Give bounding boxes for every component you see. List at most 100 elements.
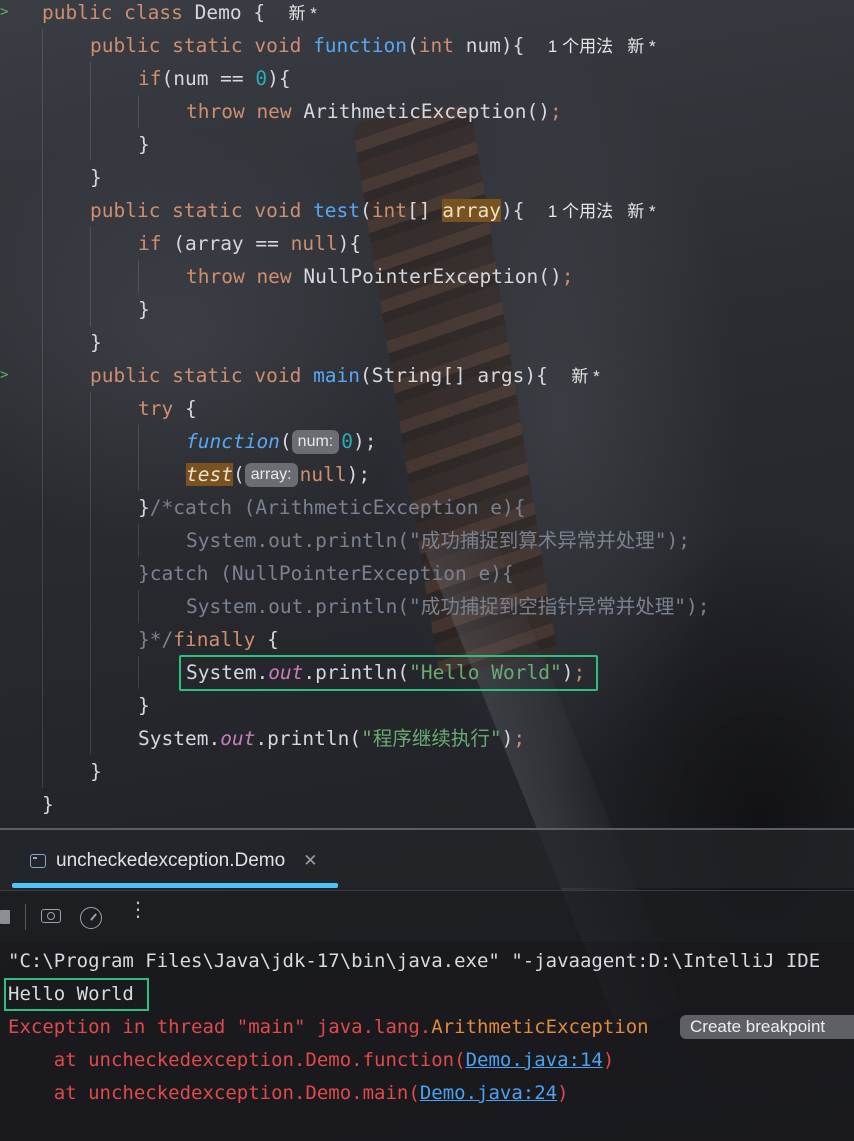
code-line[interactable]: throw new NullPointerException(); [186,260,573,293]
more-options-icon[interactable]: ⋮ [128,899,148,929]
code-line[interactable]: if(num == 0){ [138,62,291,95]
code-token: } [90,166,102,189]
code-line[interactable]: public static void test(int[] array){ 1 … [90,194,656,227]
inlay-usage-hint[interactable]: 新 * [571,367,599,386]
inlay-usage-hint[interactable]: 1 个用法 新 * [548,202,656,221]
run-gutter-icon[interactable]: > [0,4,8,20]
code-token: NullPointerException() [303,265,562,288]
code-token: ( [406,34,419,57]
code-token: throw new [186,100,304,123]
close-icon[interactable]: ✕ [303,851,317,871]
code-token: null [290,232,338,255]
stack-trace-text: at uncheckedexception.Demo.main( [8,1082,420,1104]
code-token: ; [513,727,526,750]
inlay-usage-hint[interactable]: 1 个用法 新 * [548,37,656,56]
code-line[interactable]: public class Demo { 新 * [42,0,317,29]
code-line[interactable]: System.out.println("程序继续执行"); [138,722,525,755]
code-token: } [90,331,102,354]
code-line[interactable]: } [90,326,102,359]
code-line[interactable]: public static void main(String[] args){ … [90,359,600,392]
code-token: ){ [267,67,291,90]
camera-icon[interactable] [41,909,61,923]
code-token: if [138,232,174,255]
profiler-gauge-icon[interactable] [80,907,102,929]
source-link[interactable]: Demo.java:24 [420,1082,557,1104]
code-token: (String[] args){ [360,364,572,387]
tab-label: uncheckedexception.Demo [56,850,286,871]
code-token: }catch (NullPointerException e){ [138,562,514,585]
run-gutter-icon[interactable]: > [0,367,8,383]
code-token: }*/ [138,628,174,651]
code-token: test [186,463,233,486]
code-token: test [313,199,361,222]
inlay-usage-hint[interactable]: 新 * [289,4,317,23]
code-line[interactable]: } [138,293,150,326]
code-line[interactable]: } [138,128,150,161]
code-token: try [138,397,185,420]
stop-icon[interactable] [0,910,10,924]
code-line[interactable]: } [90,755,102,788]
code-token: if [138,67,162,90]
code-token: Demo { [194,1,289,24]
code-token: ( [360,199,372,222]
indent-guide [138,656,139,689]
code-line[interactable]: } [42,788,54,821]
code-line[interactable]: } [138,689,150,722]
code-token: } [138,694,150,717]
code-token: 0 [341,430,353,453]
indent-guide [138,590,139,623]
code-line[interactable]: if (array == null){ [138,227,361,260]
code-line[interactable]: }catch (NullPointerException e){ [138,557,514,590]
code-line[interactable]: public static void function(int num){ 1 … [90,29,656,62]
exception-class-link[interactable]: ArithmeticException [431,1016,648,1038]
code-token: out [220,727,256,750]
stack-trace-line: at uncheckedexception.Demo.function(Demo… [8,1044,615,1077]
highlight-box-console-output [4,978,149,1011]
code-line[interactable]: }*/finally { [138,623,279,656]
code-token: } [138,496,150,519]
indent-guide [90,227,91,326]
code-token: .println( [255,727,362,750]
code-token: public static void [90,34,314,57]
toolbar-separator [25,904,26,930]
code-token: ){ [337,232,362,255]
code-token: ; [549,100,562,123]
indent-guide [138,425,139,491]
indent-guide [138,524,139,557]
code-line[interactable]: }/*catch (ArithmeticException e){ [138,491,525,524]
tab-run-config[interactable]: uncheckedexception.Demo ✕ [30,847,317,875]
code-line[interactable]: throw new ArithmeticException(); [186,95,562,128]
console-output[interactable]: "C:\Program Files\Java\jdk-17\bin\java.e… [0,942,854,1141]
code-token: finally [173,628,268,651]
code-line[interactable]: } [90,161,102,194]
code-token: ){ [500,199,548,222]
code-token: [] [407,199,443,222]
console-command-line: "C:\Program Files\Java\jdk-17\bin\java.e… [8,950,821,972]
create-breakpoint-tooltip[interactable]: Create breakpoint [680,1015,854,1039]
code-token: } [138,133,150,156]
console-exception-line: Exception in thread "main" java.lang.Ari… [8,1011,649,1044]
code-token: (array == [173,232,291,255]
code-token: array [442,199,501,222]
code-token: public class [42,1,195,24]
code-line[interactable]: test(array: null); [186,458,370,491]
code-token: ( [279,430,292,453]
code-token: throw new [186,265,304,288]
exception-prefix: Exception in thread "main" java.lang. [8,1016,432,1038]
code-token: ; [561,265,574,288]
code-token: function [313,34,407,57]
code-editor[interactable]: > > public class Demo { 新 * public static v… [0,0,854,828]
indent-guide [138,260,139,293]
parameter-name-hint: num: [291,430,340,454]
active-tab-indicator [12,883,338,888]
code-line[interactable]: System.out.println("成功捕捉到空指针异常并处理"); [186,590,710,623]
code-line[interactable]: System.out.println("成功捕捉到算术异常并处理"); [186,524,690,557]
indent-guide [90,392,91,755]
code-line[interactable]: function(num: 0); [186,425,388,458]
stack-trace-text: ) [557,1082,569,1104]
code-token: "程序继续执行" [361,727,502,750]
code-token: int [418,34,466,57]
source-link[interactable]: Demo.java:14 [466,1049,603,1071]
highlight-box-finally-println [179,655,598,691]
code-line[interactable]: try { [138,392,197,425]
